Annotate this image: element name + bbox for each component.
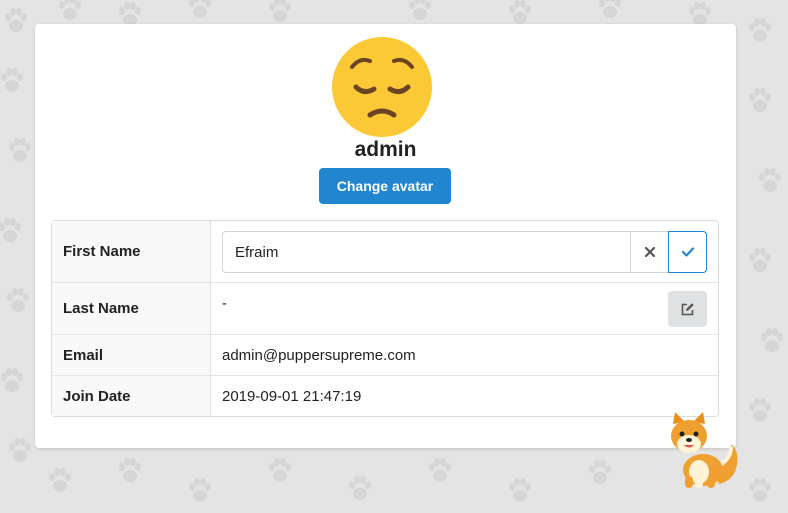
email-label: Email — [52, 334, 211, 375]
cancel-edit-button[interactable] — [630, 232, 668, 272]
last-name-label: Last Name — [52, 282, 211, 334]
username: admin — [354, 138, 417, 161]
checkmark-icon — [681, 247, 694, 257]
table-row-join-date: Join Date 2019-09-01 21:47:19 — [52, 375, 718, 416]
close-icon — [644, 246, 655, 258]
last-name-value: - — [222, 295, 227, 312]
confirm-edit-button[interactable] — [668, 231, 707, 273]
join-date-label: Join Date — [52, 375, 211, 416]
join-date-value: 2019-09-01 21:47:19 — [211, 375, 718, 416]
first-name-cell — [211, 221, 718, 282]
profile-info-table: First Name Last — [51, 220, 719, 417]
change-avatar-button[interactable]: Change avatar — [319, 168, 451, 204]
last-name-cell: - — [211, 282, 718, 334]
profile-card: admin Change avatar First Name Efraim La… — [35, 24, 736, 448]
edit-last-name-button[interactable] — [668, 291, 707, 327]
table-row-first-name: First Name — [52, 221, 718, 282]
first-name-edit-group — [222, 231, 707, 273]
shiba-dog-mascot-icon — [671, 412, 738, 488]
edit-icon — [681, 302, 694, 315]
pensive-face-avatar-icon[interactable] — [332, 37, 432, 137]
first-name-label: First Name — [52, 221, 211, 282]
table-row-email: Email admin@puppersupreme.com — [52, 334, 718, 375]
email-value: admin@puppersupreme.com — [211, 334, 718, 375]
table-row-last-name: Last Name - — [52, 282, 718, 334]
first-name-input[interactable] — [223, 232, 630, 272]
